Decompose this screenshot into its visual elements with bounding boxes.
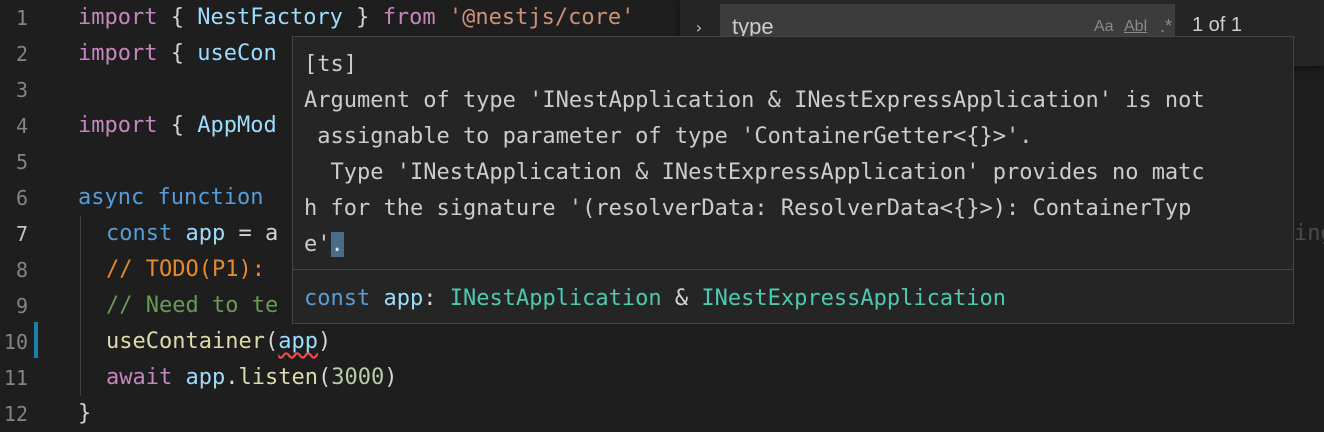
import-keyword: import bbox=[78, 113, 158, 138]
brace-close: } bbox=[342, 5, 383, 30]
variable-app: app bbox=[383, 286, 424, 311]
line-number-current: 7 bbox=[15, 222, 28, 246]
await-keyword: await bbox=[106, 365, 173, 390]
code-line-12[interactable]: } bbox=[78, 396, 91, 432]
assignment-fragment: = a bbox=[225, 221, 279, 246]
match-case-icon[interactable]: Aa bbox=[1094, 18, 1114, 36]
code-line-8[interactable]: // TODO(P1): bbox=[106, 252, 278, 288]
diagnostic-line: assignable to parameter of type 'Contain… bbox=[304, 124, 1033, 149]
line-number: 5 bbox=[15, 150, 28, 174]
hover-tooltip: [ts] Argument of type 'INestApplication … bbox=[292, 36, 1294, 324]
function-call-useContainer: useContainer bbox=[106, 329, 265, 354]
async-keyword: async bbox=[78, 185, 145, 210]
import-name: NestFactory bbox=[197, 5, 343, 30]
code-line-9[interactable]: // Need to te bbox=[106, 288, 278, 324]
import-keyword: import bbox=[78, 41, 158, 66]
paren-close: ) bbox=[384, 365, 398, 390]
brace-open: { bbox=[157, 41, 198, 66]
regex-icon[interactable]: .* bbox=[1160, 16, 1172, 37]
line-number: 9 bbox=[15, 294, 28, 318]
diagnostic-line: Type 'INestApplication & INestExpressApp… bbox=[304, 160, 1205, 185]
line-number: 10 bbox=[3, 330, 28, 354]
variable-app: app bbox=[185, 221, 226, 246]
diagnostic-line-last: e'. bbox=[304, 227, 1294, 263]
function-keyword: function bbox=[157, 185, 264, 210]
ampersand: & bbox=[661, 286, 702, 311]
brace-open: { bbox=[157, 5, 198, 30]
module-string: '@nestjs/core' bbox=[448, 5, 635, 30]
diagnostic-line: h for the signature '(resolverData: Reso… bbox=[304, 196, 1192, 221]
code-line-7[interactable]: const app = a bbox=[106, 216, 278, 252]
code-line-4[interactable]: import { AppMod bbox=[78, 108, 277, 144]
diagnostic-message: [ts] Argument of type 'INestApplication … bbox=[304, 47, 1294, 263]
import-name: useCon bbox=[197, 41, 277, 66]
paren-open: ( bbox=[317, 365, 332, 390]
variable-app: app bbox=[185, 365, 226, 390]
paren-close: ) bbox=[317, 329, 332, 354]
text-selection: . bbox=[330, 232, 344, 257]
code-line-11[interactable]: await app.listen(3000) bbox=[106, 360, 397, 396]
line-number: 1 bbox=[15, 6, 28, 30]
line-number-gutter: 1 2 3 4 5 6 7 8 9 10 11 12 bbox=[0, 0, 60, 428]
const-keyword: const bbox=[304, 286, 371, 311]
port-number: 3000 bbox=[331, 365, 385, 390]
brace-open: { bbox=[157, 113, 198, 138]
paren-open: ( bbox=[264, 329, 279, 354]
error-argument-app[interactable]: app bbox=[278, 329, 318, 354]
match-count: 1 of 1 bbox=[1192, 14, 1243, 36]
import-keyword: import bbox=[78, 5, 158, 30]
git-modified-marker[interactable] bbox=[34, 322, 38, 358]
toggle-replace-chevron-icon[interactable]: › bbox=[694, 18, 704, 37]
code-line-1[interactable]: import { NestFactory } from '@nestjs/cor… bbox=[78, 0, 634, 36]
line-number: 4 bbox=[15, 114, 28, 138]
const-keyword: const bbox=[106, 221, 173, 246]
diagnostic-line-text: e' bbox=[304, 232, 331, 257]
faded-code-fragment: ing bbox=[1294, 221, 1324, 246]
method-listen: listen bbox=[238, 365, 318, 390]
code-line-2[interactable]: import { useCon bbox=[78, 36, 277, 72]
line-number: 11 bbox=[3, 366, 28, 390]
import-name: AppMod bbox=[197, 113, 277, 138]
colon: : bbox=[423, 286, 450, 311]
line-number: 12 bbox=[3, 402, 28, 426]
hover-divider bbox=[293, 269, 1293, 270]
indent-guide bbox=[80, 216, 81, 396]
whole-word-icon[interactable]: Abl bbox=[1124, 18, 1147, 36]
diagnostic-source: [ts] bbox=[304, 52, 357, 77]
type-signature: const app: INestApplication & INestExpre… bbox=[304, 281, 1006, 317]
dot: . bbox=[225, 365, 239, 390]
diagnostic-line: Argument of type 'INestApplication & INe… bbox=[304, 88, 1205, 113]
from-keyword: from bbox=[382, 5, 436, 30]
line-number: 2 bbox=[15, 42, 28, 66]
type-name: INestApplication bbox=[449, 286, 662, 311]
type-name: INestExpressApplication bbox=[701, 286, 1007, 311]
code-line-6[interactable]: async function bbox=[78, 180, 263, 216]
line-number: 8 bbox=[15, 258, 28, 282]
code-line-10[interactable]: useContainer(app) bbox=[106, 324, 331, 360]
line-number: 6 bbox=[15, 186, 28, 210]
line-number: 3 bbox=[15, 78, 28, 102]
